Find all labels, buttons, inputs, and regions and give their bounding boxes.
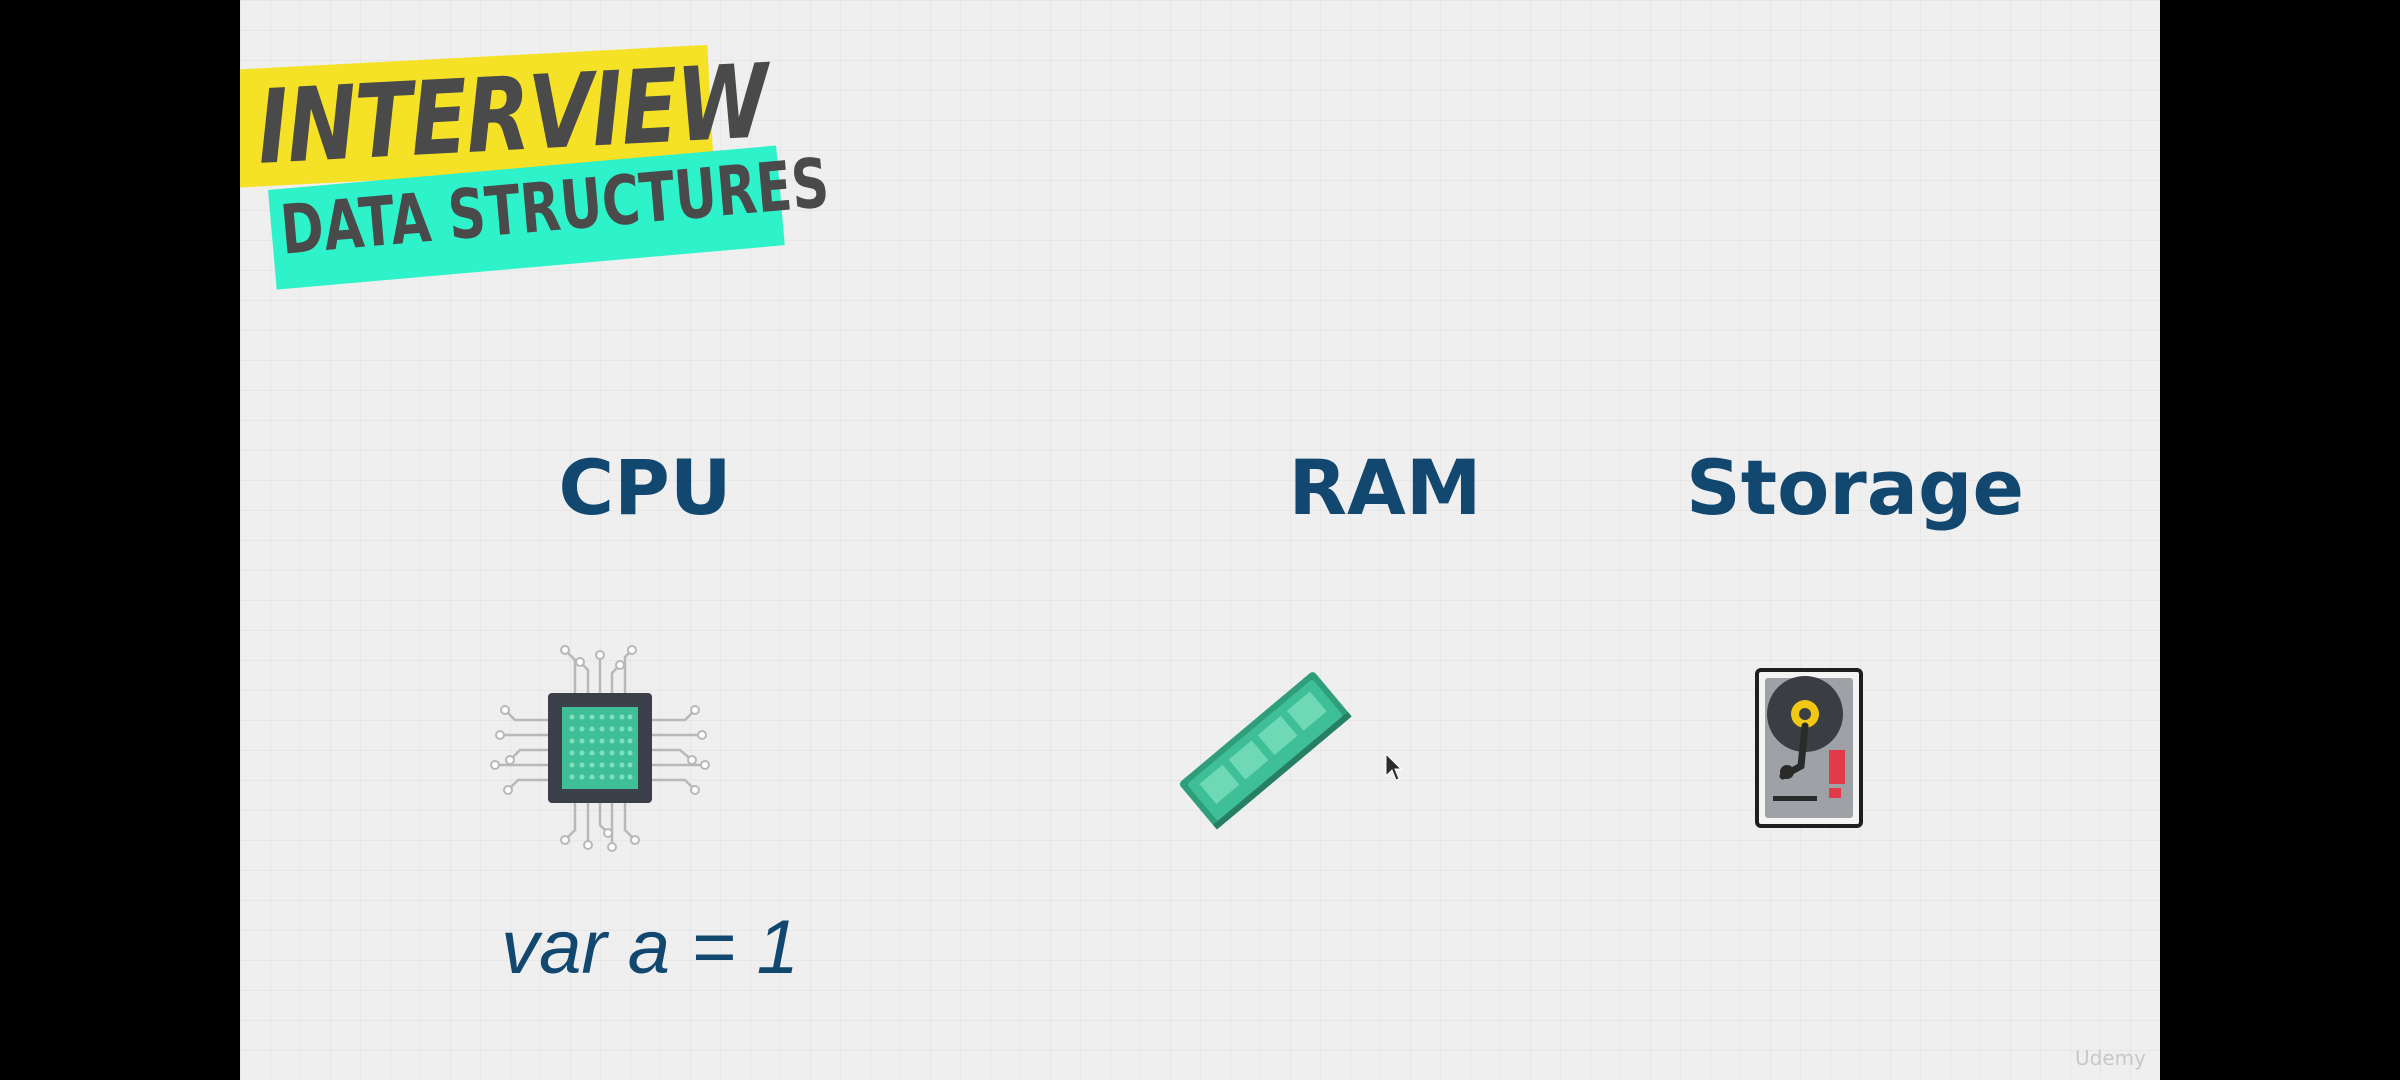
watermark: Udemy: [2075, 1046, 2146, 1070]
ram-stick-icon: [1179, 672, 1352, 830]
ram-label: RAM: [1288, 443, 1482, 532]
hard-drive-icon: [1755, 668, 1863, 828]
course-badge: INTERVIEW DATA STRUCTURES: [240, 40, 832, 330]
cpu-label: CPU: [558, 443, 732, 532]
code-var-declaration: var a = 1: [501, 905, 799, 990]
storage-label: Storage: [1686, 443, 2024, 532]
cpu-chip-icon: [490, 645, 710, 852]
mouse-cursor-icon: [1385, 752, 1402, 781]
slide: INTERVIEW DATA STRUCTURES CPU RAM Storag…: [240, 0, 2160, 1080]
